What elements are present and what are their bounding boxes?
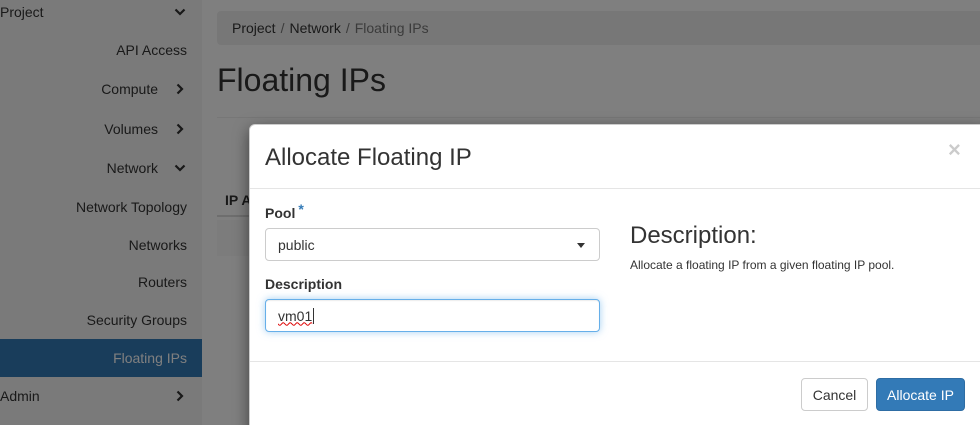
pool-label-text: Pool xyxy=(265,205,296,221)
help-text: Allocate a floating IP from a given floa… xyxy=(630,258,895,272)
description-label: Description xyxy=(265,276,343,292)
help-heading: Description: xyxy=(630,222,757,249)
allocate-floating-ip-dialog: Allocate Floating IP × Pool * public Desc… xyxy=(249,124,980,425)
description-input-value: vm01 xyxy=(278,307,313,324)
close-icon[interactable]: × xyxy=(948,139,961,161)
pool-select[interactable]: public xyxy=(265,228,600,261)
text-cursor xyxy=(313,307,315,324)
allocate-ip-button[interactable]: Allocate IP xyxy=(876,378,965,411)
modal-title: Allocate Floating IP xyxy=(265,144,472,171)
required-marker: * xyxy=(298,201,304,217)
modal-header: Allocate Floating IP × xyxy=(250,125,980,189)
pool-select-value: public xyxy=(278,236,315,253)
cancel-button[interactable]: Cancel xyxy=(801,378,868,411)
pool-label: Pool * xyxy=(265,201,304,221)
description-input[interactable]: vm01 xyxy=(265,299,600,332)
caret-down-icon xyxy=(577,243,585,248)
modal-footer: Cancel Allocate IP xyxy=(250,361,980,425)
